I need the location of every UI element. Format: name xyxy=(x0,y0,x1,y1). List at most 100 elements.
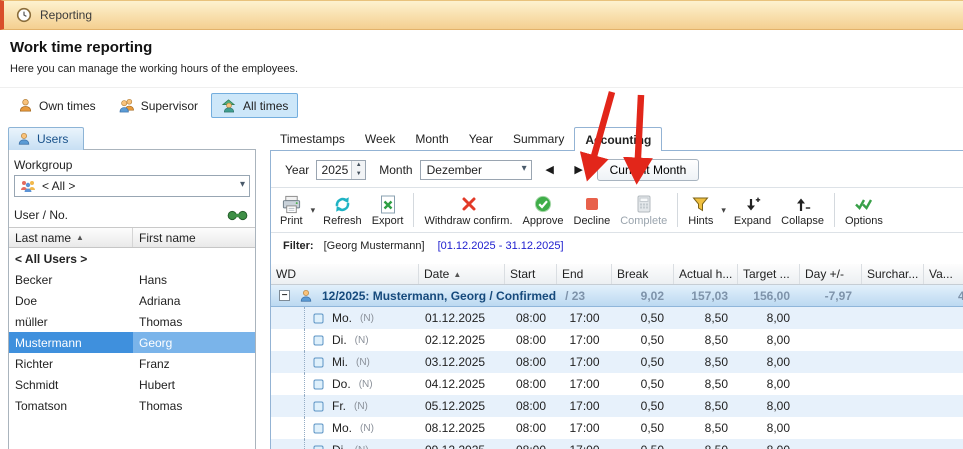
cell-target: 8,00 xyxy=(738,417,800,439)
collapse-expander-icon[interactable]: − xyxy=(279,290,290,301)
time-entry-icon xyxy=(313,379,324,390)
decline-button[interactable]: Decline xyxy=(569,190,616,230)
funnel-filter-icon xyxy=(692,194,709,214)
app-clock-icon xyxy=(16,7,32,23)
column-header-wd[interactable]: WD xyxy=(271,264,419,284)
column-header-surcharge[interactable]: Surchar... xyxy=(862,264,924,284)
user-row[interactable]: Becker Hans xyxy=(9,269,255,290)
column-header-target[interactable]: Target ... xyxy=(738,264,800,284)
column-header-actual[interactable]: Actual h... xyxy=(674,264,738,284)
printer-icon xyxy=(281,194,302,214)
group-row[interactable]: − 12/2025: Mustermann, Georg / Confirmed… xyxy=(271,285,963,307)
daytype-tag: (N) xyxy=(354,401,368,412)
tab-users[interactable]: Users xyxy=(8,127,84,150)
time-entry-row[interactable]: Di. (N) 02.12.2025 08:00 17:00 0,50 8,50… xyxy=(271,329,963,351)
current-month-button[interactable]: Current Month xyxy=(597,159,700,181)
year-spinner[interactable]: 2025 ▲ ▼ xyxy=(316,160,366,180)
time-entry-row[interactable]: Mi. (N) 03.12.2025 08:00 17:00 0,50 8,50… xyxy=(271,351,963,373)
user-last-name: müller xyxy=(9,311,133,332)
column-header-date[interactable]: Date▲ xyxy=(419,264,505,284)
cell-surcharge xyxy=(862,307,924,329)
user-row[interactable]: Schmidt Hubert xyxy=(9,374,255,395)
complete-button[interactable]: Complete xyxy=(615,190,672,230)
cell-va xyxy=(924,439,963,449)
time-entry-row[interactable]: Di. (N) 09.12.2025 08:00 17:00 0,50 8,50… xyxy=(271,439,963,449)
toolbar-separator xyxy=(677,193,678,227)
chevron-down-icon[interactable]: ▾ xyxy=(240,179,245,190)
column-header-day-diff[interactable]: Day +/- xyxy=(800,264,862,284)
toolbar: Print ▾ Refresh Export Withdraw co xyxy=(271,187,963,233)
search-binoculars-icon[interactable] xyxy=(227,209,248,222)
cell-end: 17:00 xyxy=(557,395,612,417)
calculator-icon xyxy=(636,194,652,214)
weekday-label: Di. xyxy=(332,443,347,449)
withdraw-confirmation-button[interactable]: Withdraw confirm. xyxy=(419,190,517,230)
content-tab-bar: TimestampsWeekMonthYearSummaryAccounting xyxy=(270,127,662,151)
time-entry-row[interactable]: Fr. (N) 05.12.2025 08:00 17:00 0,50 8,50… xyxy=(271,395,963,417)
view-tab-supervisor[interactable]: Supervisor xyxy=(109,93,208,118)
column-header-first-name[interactable]: First name xyxy=(133,228,255,247)
cell-actual: 8,50 xyxy=(674,439,738,449)
content-tab[interactable]: Month xyxy=(405,127,458,151)
spin-up-icon[interactable]: ▲ xyxy=(352,161,365,170)
weekday-label: Di. xyxy=(332,333,347,347)
content-tab[interactable]: Accounting xyxy=(574,127,662,151)
print-dropdown-icon[interactable]: ▾ xyxy=(308,190,319,230)
accounting-grid: WD Date▲ Start End Break Actual h... Tar… xyxy=(271,264,963,449)
title-bar[interactable]: Reporting xyxy=(0,0,963,30)
cell-target: 8,00 xyxy=(738,307,800,329)
spin-down-icon[interactable]: ▼ xyxy=(352,170,365,179)
column-header-va[interactable]: Va... xyxy=(924,264,963,284)
user-row[interactable]: < All Users > xyxy=(9,248,255,269)
cell-day-diff xyxy=(800,395,862,417)
hints-dropdown-icon[interactable]: ▾ xyxy=(718,190,729,230)
cell-target: 8,00 xyxy=(738,395,800,417)
weekday-label: Fr. xyxy=(332,399,346,413)
cell-actual: 8,50 xyxy=(674,307,738,329)
refresh-button[interactable]: Refresh xyxy=(318,190,367,230)
cell-start: 08:00 xyxy=(505,307,557,329)
cell-actual: 8,50 xyxy=(674,373,738,395)
group-day-diff-total: -7,97 xyxy=(800,285,862,306)
export-button[interactable]: Export xyxy=(367,190,409,230)
cell-start: 08:00 xyxy=(505,395,557,417)
expand-button[interactable]: Expand xyxy=(729,190,776,230)
person-icon xyxy=(17,132,31,146)
cell-end: 17:00 xyxy=(557,329,612,351)
cell-date: 08.12.2025 xyxy=(419,417,505,439)
view-tab-bar: Own times Supervisor All times xyxy=(8,93,298,118)
print-button[interactable]: Print xyxy=(275,190,308,230)
column-header-break[interactable]: Break xyxy=(612,264,674,284)
content-tab[interactable]: Year xyxy=(459,127,503,151)
column-header-end[interactable]: End xyxy=(557,264,612,284)
users-table-body: < All Users > Becker Hans Doe Adriana mü… xyxy=(9,248,255,416)
cell-break: 0,50 xyxy=(612,439,674,449)
month-select[interactable]: Dezember ▾ xyxy=(420,160,532,180)
cell-surcharge xyxy=(862,439,924,449)
time-entry-row[interactable]: Do. (N) 04.12.2025 08:00 17:00 0,50 8,50… xyxy=(271,373,963,395)
workgroup-select[interactable]: < All > ▾ xyxy=(14,175,250,197)
filter-label: Filter: xyxy=(283,240,314,252)
column-header-last-name[interactable]: Last name ▲ xyxy=(9,228,133,247)
content-tab[interactable]: Timestamps xyxy=(270,127,355,151)
user-row[interactable]: müller Thomas xyxy=(9,311,255,332)
collapse-button[interactable]: Collapse xyxy=(776,190,829,230)
previous-month-button[interactable]: ◀ xyxy=(539,160,561,180)
approve-button[interactable]: Approve xyxy=(518,190,569,230)
user-row[interactable]: Doe Adriana xyxy=(9,290,255,311)
options-button[interactable]: Options xyxy=(840,190,888,230)
view-tab-all-times[interactable]: All times xyxy=(211,93,298,118)
view-tab-own-times[interactable]: Own times xyxy=(8,93,106,118)
user-row[interactable]: Tomatson Thomas xyxy=(9,395,255,416)
time-entry-row[interactable]: Mo. (N) 08.12.2025 08:00 17:00 0,50 8,50… xyxy=(271,417,963,439)
cell-surcharge xyxy=(862,329,924,351)
user-row[interactable]: Richter Franz xyxy=(9,353,255,374)
time-entry-row[interactable]: Mo. (N) 01.12.2025 08:00 17:00 0,50 8,50… xyxy=(271,307,963,329)
user-row[interactable]: Mustermann Georg xyxy=(9,332,255,353)
content-tab[interactable]: Summary xyxy=(503,127,574,151)
column-header-start[interactable]: Start xyxy=(505,264,557,284)
content-tab[interactable]: Week xyxy=(355,127,405,151)
hints-button[interactable]: Hints xyxy=(683,190,718,230)
cell-break: 0,50 xyxy=(612,351,674,373)
next-month-button[interactable]: ▶ xyxy=(568,160,590,180)
